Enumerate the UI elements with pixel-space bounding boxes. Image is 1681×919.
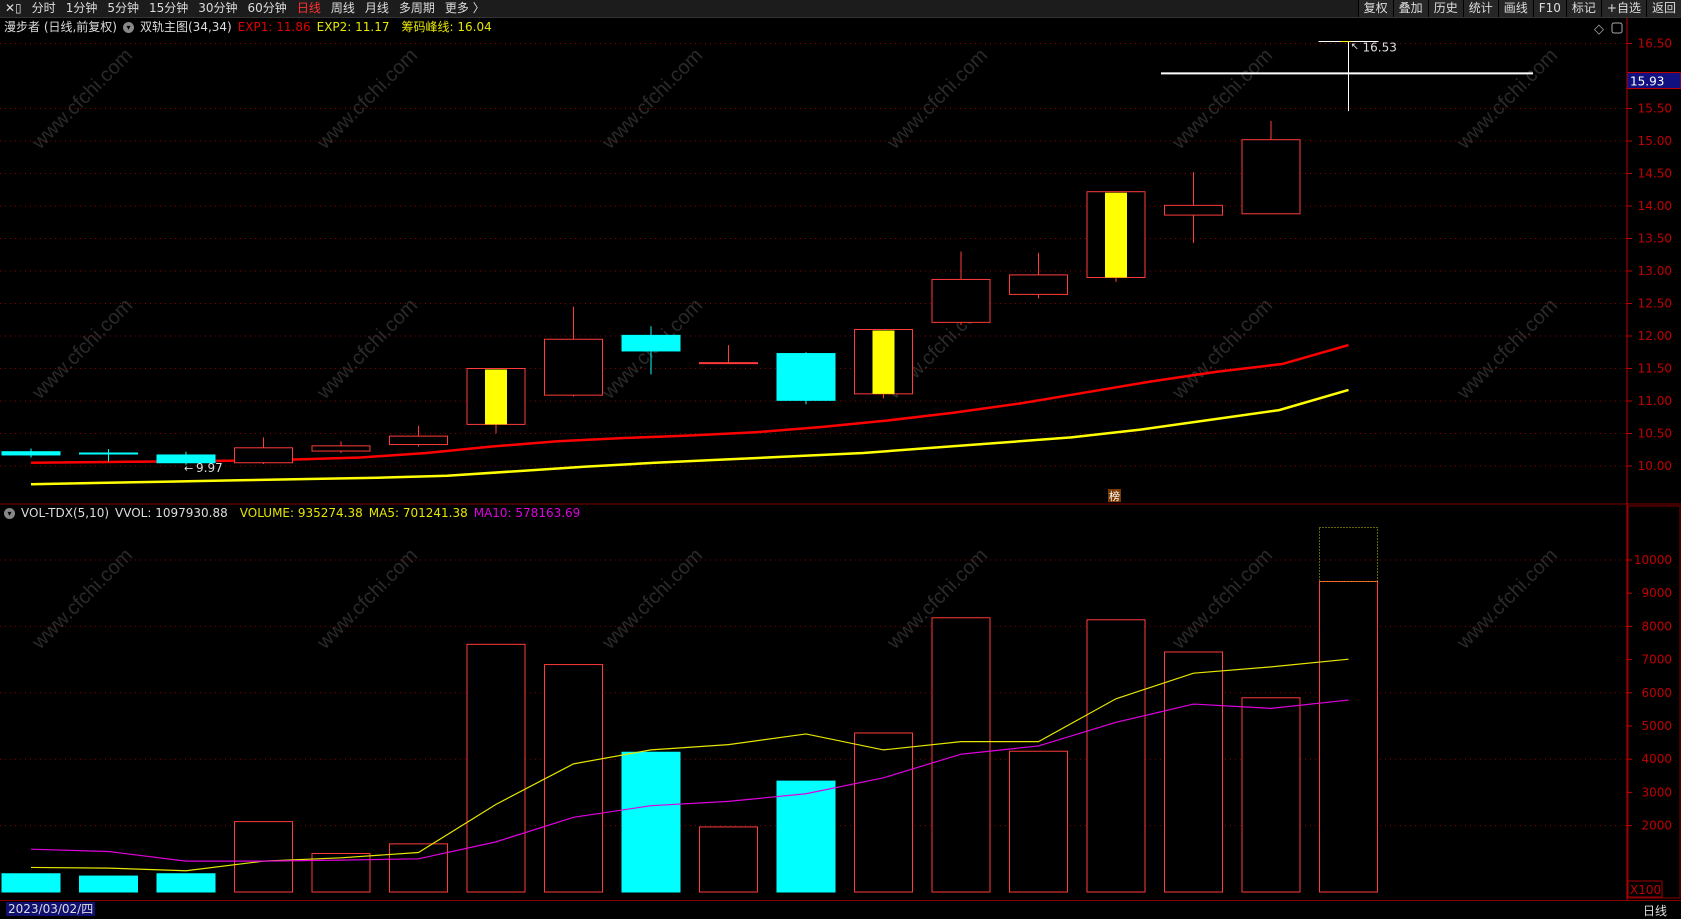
volume-bar: [1009, 750, 1068, 893]
price-tick-label: 12.50: [1638, 297, 1672, 311]
price-tick-label: 12.00: [1638, 329, 1672, 343]
panel-toggle-icon: [1611, 22, 1623, 34]
volume-bar: [621, 751, 681, 893]
volume-bar: [931, 617, 991, 893]
price-tick-label: 10.50: [1638, 427, 1672, 441]
volume-bar: [389, 843, 448, 893]
current-price-label: 15.93: [1630, 75, 1664, 89]
volume-bar: [1086, 619, 1146, 893]
date-bar: 2023/03/02/四 日线: [0, 900, 1681, 918]
volume-tick-label: 6000: [1641, 686, 1672, 700]
limit-up-marker: [872, 330, 895, 394]
arrow-icon: ←: [184, 462, 193, 475]
exp1-line: [30, 343, 1349, 464]
virtual-volume-bar: [1319, 526, 1378, 582]
vol-unit-label: X100: [1630, 883, 1661, 897]
volume-tick-label: 7000: [1641, 653, 1672, 667]
candle-body: [776, 353, 836, 401]
volume-tick-label: 3000: [1641, 785, 1672, 799]
watermark: www.cfchi.com: [312, 544, 422, 654]
high-price-label: 16.53: [1363, 41, 1397, 55]
limit-up-marker: [485, 369, 507, 425]
cursor-date: 2023/03/02/四: [6, 902, 96, 916]
candle-body: [1241, 139, 1301, 215]
limit-up-marker: [1105, 192, 1127, 278]
candle-body: [389, 435, 448, 446]
watermark: www.cfchi.com: [27, 544, 137, 654]
ma5-line: [30, 658, 1349, 872]
volume-tick-label: 8000: [1641, 619, 1672, 633]
volume-tick-label: 9000: [1641, 586, 1672, 600]
watermark: www.cfchi.com: [1452, 44, 1562, 154]
volume-bar: [776, 780, 836, 893]
watermark: www.cfchi.com: [882, 44, 992, 154]
volume-tick-label: 2000: [1641, 819, 1672, 833]
candle-body: [1009, 274, 1068, 295]
volume-bar: [1164, 651, 1223, 893]
volume-bar: [1319, 580, 1378, 893]
diamond-icon: ◇: [1594, 22, 1604, 37]
volume-bar: [854, 732, 913, 893]
watermark: www.cfchi.com: [27, 44, 137, 154]
watermark: www.cfchi.com: [1167, 544, 1277, 654]
candle-body: [79, 452, 138, 455]
volume-bar: [234, 821, 293, 893]
kline-chart[interactable]: www.cfchi.com www.cfchi.com www.cfchi.com w…: [0, 0, 1681, 900]
volume-tick-label: 10000: [1634, 553, 1672, 567]
rank-badge-label: 榜: [1109, 489, 1120, 503]
exp2-line: [30, 388, 1349, 486]
ma10-line: [30, 699, 1349, 862]
candle-body: [544, 338, 603, 396]
price-tick-label: 11.50: [1638, 362, 1672, 376]
candle-body: [931, 278, 991, 323]
price-tick-label: 10.00: [1638, 459, 1672, 473]
watermark: www.cfchi.com: [597, 44, 707, 154]
watermark: www.cfchi.com: [1167, 294, 1277, 404]
price-tick-label: 16.50: [1638, 37, 1672, 51]
watermark: www.cfchi.com: [1167, 44, 1277, 154]
volume-bar: [1, 873, 61, 893]
candle-body: [699, 362, 758, 365]
price-tick-label: 13.50: [1638, 232, 1672, 246]
volume-tick-label: 5000: [1641, 719, 1672, 733]
volume-tick-label: 4000: [1641, 752, 1672, 766]
price-tick-label: 14.00: [1638, 199, 1672, 213]
price-tick-label: 11.00: [1638, 394, 1672, 408]
volume-bar: [544, 664, 603, 893]
price-tick-label: 14.50: [1638, 167, 1672, 181]
watermark: www.cfchi.com: [312, 44, 422, 154]
watermark: www.cfchi.com: [597, 544, 707, 654]
volume-bar: [156, 873, 216, 893]
watermark: www.cfchi.com: [27, 294, 137, 404]
candle-body: [234, 447, 293, 464]
price-tick-label: 13.00: [1638, 264, 1672, 278]
volume-bar: [1241, 697, 1301, 893]
period-label: 日线: [1642, 904, 1667, 918]
price-tick-label: 15.00: [1638, 134, 1672, 148]
watermark: www.cfchi.com: [1452, 294, 1562, 404]
watermark: www.cfchi.com: [1452, 544, 1562, 654]
candle-body: [311, 445, 371, 452]
low-price-label: 9.97: [196, 461, 223, 475]
volume-bar: [79, 875, 138, 893]
volume-bar: [466, 643, 526, 893]
price-tick-label: 15.50: [1638, 102, 1672, 116]
volume-bar: [699, 826, 758, 893]
candle-body: [1, 451, 61, 456]
candle-body: [1164, 204, 1223, 216]
watermark: www.cfchi.com: [312, 294, 422, 404]
arrow-icon: ↖: [1351, 42, 1359, 53]
candle-body: [621, 334, 681, 352]
